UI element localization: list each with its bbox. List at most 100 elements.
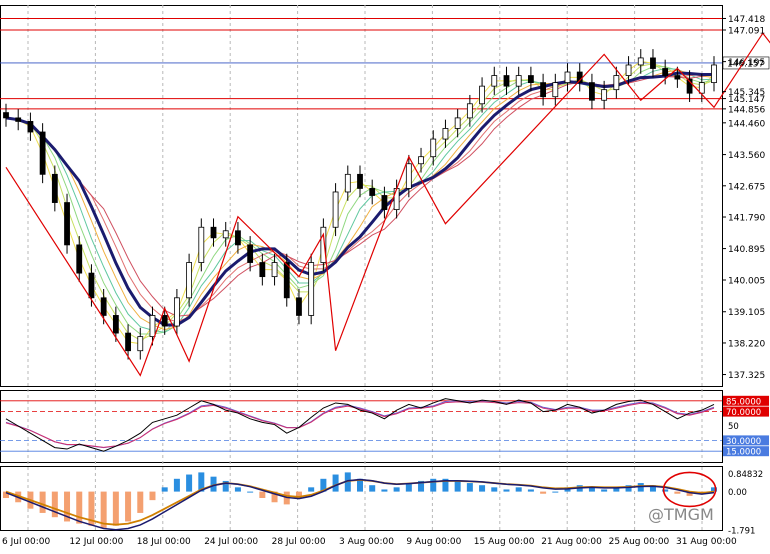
- candle-body: [552, 82, 559, 98]
- candle-body: [320, 226, 327, 263]
- macd-bar: [137, 491, 144, 513]
- y-tick-label: 144.460: [728, 119, 765, 129]
- candle-body: [27, 121, 34, 133]
- candle-body: [381, 195, 388, 211]
- candle-body: [137, 336, 144, 352]
- macd-bar: [234, 487, 241, 492]
- macd-tick-label: -1.791: [728, 526, 755, 536]
- candle-body: [161, 315, 168, 327]
- candle-body: [247, 244, 254, 263]
- stoch-level-label: 30.0000: [726, 437, 761, 447]
- candle-body: [3, 112, 9, 119]
- stoch-mid-label: 50: [728, 422, 739, 432]
- y-tick-label: 137.325: [728, 371, 765, 381]
- macd-bar: [308, 487, 315, 492]
- y-tick-label: 146.195: [728, 58, 765, 68]
- candle-body: [76, 244, 83, 274]
- macd-bar: [540, 491, 547, 494]
- y-tick-label: 144.856: [728, 105, 765, 115]
- candle-body: [564, 71, 571, 84]
- x-tick-label: 15 Aug 00:00: [474, 537, 535, 547]
- macd-bar: [454, 480, 461, 492]
- trading-chart[interactable]: 146.157 85.0000 70.0000 30.0000 15.0000 50 0…: [0, 0, 770, 550]
- candle-body: [173, 297, 180, 327]
- candle-body: [527, 75, 534, 84]
- candle-body: [15, 117, 22, 122]
- macd-bar: [601, 489, 608, 492]
- x-tick-label: 3 Aug 00:00: [339, 537, 394, 547]
- y-tick-label: 147.091: [728, 27, 765, 37]
- chart-canvas[interactable]: 146.157 85.000070.000030.000015.000050 0…: [0, 0, 770, 550]
- candle-body: [674, 75, 681, 80]
- macd-bar: [674, 491, 681, 494]
- x-tick-label: 6 Jul 00:00: [2, 537, 51, 547]
- candle-body: [711, 64, 717, 84]
- y-tick-label: 140.895: [728, 245, 765, 255]
- candle-body: [515, 75, 522, 87]
- y-tick-label: 143.560: [728, 151, 765, 161]
- macd-bar: [430, 478, 437, 492]
- candle-body: [601, 89, 608, 101]
- candle-body: [222, 230, 229, 239]
- candle-body: [393, 188, 400, 211]
- candle-body: [698, 82, 705, 94]
- macd-bar: [149, 491, 156, 501]
- x-tick-label: 31 Aug 00:00: [676, 537, 737, 547]
- y-tick-label: 142.675: [728, 182, 765, 192]
- macd-bar: [381, 489, 388, 492]
- candle-body: [39, 131, 46, 175]
- macd-bar: [369, 485, 376, 492]
- macd-bar: [491, 487, 498, 492]
- macd-bar: [466, 483, 473, 492]
- y-tick-label: 145.147: [728, 95, 765, 105]
- candle-body: [64, 202, 70, 246]
- candle-body: [418, 156, 424, 165]
- candle-body: [540, 82, 547, 98]
- candle-body: [198, 226, 205, 263]
- candle-body: [296, 297, 302, 316]
- macd-bar: [527, 489, 534, 492]
- candle-body: [332, 191, 339, 228]
- candle-body: [442, 128, 449, 140]
- y-tick-label: 138.220: [728, 339, 765, 349]
- y-tick-label: 140.005: [728, 276, 765, 286]
- candle-body: [662, 68, 669, 76]
- x-tick-label: 25 Aug 00:00: [609, 537, 670, 547]
- macd-tick-label: 0.84832: [728, 470, 763, 480]
- x-tick-label: 24 Jul 00:00: [204, 537, 258, 547]
- candle-body: [369, 188, 376, 196]
- macd-tick-label: 0.00: [728, 488, 747, 498]
- stoch-level-label: 70.0000: [726, 408, 761, 418]
- candle-body: [589, 82, 595, 101]
- candle-body: [88, 272, 95, 299]
- candle-body: [637, 57, 644, 66]
- x-tick-label: 9 Aug 00:00: [406, 537, 461, 547]
- macd-bar: [332, 474, 339, 492]
- candle-body: [235, 230, 241, 246]
- stoch-level-label: 15.0000: [726, 448, 761, 458]
- x-tick-label: 12 Jul 00:00: [69, 537, 123, 547]
- candle-body: [259, 262, 266, 278]
- macd-bar: [161, 487, 168, 492]
- macd-bar: [112, 491, 119, 526]
- macd-bar: [76, 491, 83, 524]
- y-tick-label: 147.418: [728, 15, 765, 25]
- macd-bar: [479, 485, 486, 492]
- macd-bar: [393, 487, 400, 492]
- candle-body: [454, 117, 461, 129]
- candle-body: [430, 138, 437, 158]
- candle-body: [112, 315, 119, 334]
- candle-body: [357, 173, 363, 189]
- candle-body: [405, 163, 412, 189]
- x-tick-label: 28 Jul 00:00: [272, 537, 326, 547]
- candle-body: [344, 173, 351, 193]
- candle-body: [466, 103, 473, 119]
- candle-body: [186, 262, 193, 299]
- candle-body: [625, 64, 632, 76]
- macd-bar: [552, 491, 559, 493]
- candle-body: [503, 75, 510, 87]
- candle-body: [283, 262, 290, 299]
- macd-bar: [173, 478, 180, 492]
- candle-body: [271, 262, 278, 278]
- candle-body: [51, 173, 58, 203]
